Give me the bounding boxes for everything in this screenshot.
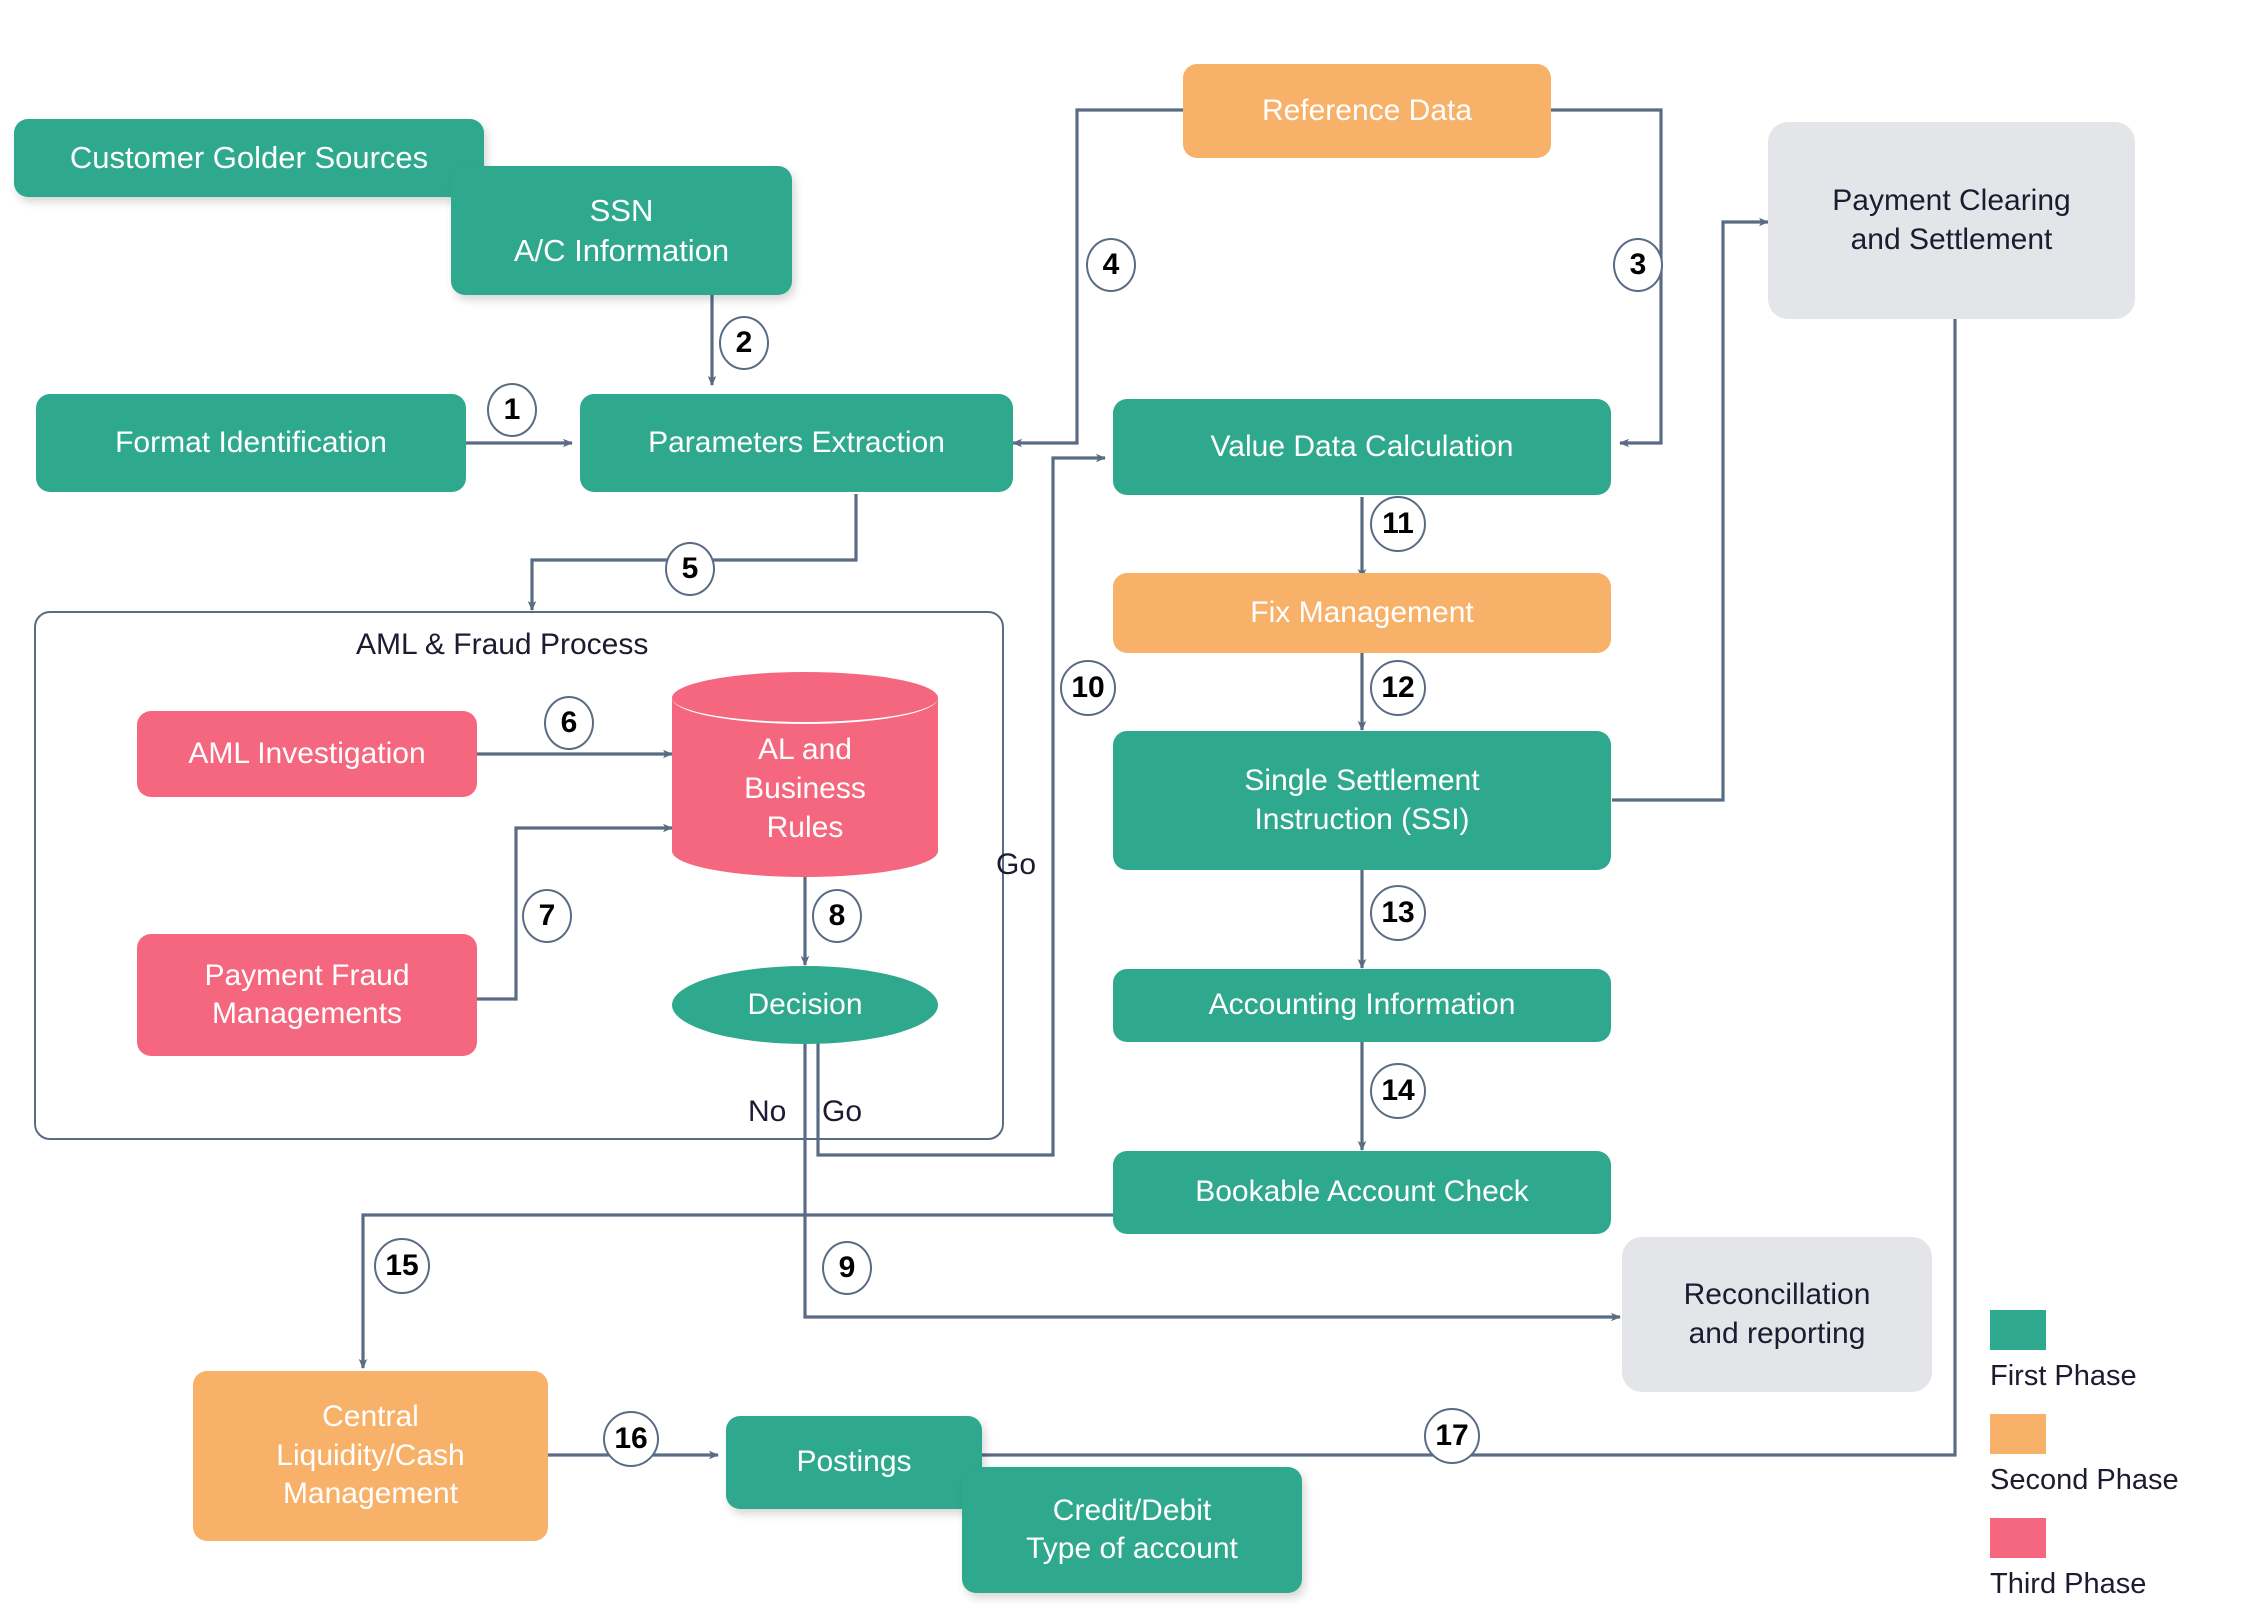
node-postings[interactable]: Postings — [726, 1416, 982, 1509]
node-label: Parameters Extraction — [648, 425, 945, 459]
step-badge-13: 13 — [1370, 885, 1426, 941]
node-reference-data[interactable]: Reference Data — [1183, 64, 1551, 158]
group-title-aml-fraud-process: AML & Fraud Process — [356, 628, 649, 661]
node-parameters-extraction[interactable]: Parameters Extraction — [580, 394, 1013, 492]
node-value-data-calculation[interactable]: Value Data Calculation — [1113, 399, 1611, 495]
legend-label-first-phase: First Phase — [1990, 1360, 2137, 1392]
legend-swatch-first-phase — [1990, 1310, 2046, 1350]
node-label: Bookable Account Check — [1195, 1175, 1529, 1209]
node-payment-fraud-managements[interactable]: Payment Fraud Managements — [137, 934, 477, 1056]
node-label-line2: Type of account — [1026, 1532, 1238, 1565]
edge-15 — [358, 1213, 1113, 1369]
step-badge-7: 7 — [522, 889, 572, 943]
step-badge-1: 1 — [487, 383, 537, 437]
node-credit-debit-type-of-account[interactable]: Credit/Debit Type of account — [962, 1467, 1302, 1593]
step-badge-15: 15 — [374, 1238, 430, 1294]
step-badge-9: 9 — [822, 1241, 872, 1295]
node-label: Decision — [747, 988, 863, 1021]
node-label-line2: Managements — [211, 997, 403, 1030]
step-badge-17: 17 — [1424, 1408, 1480, 1464]
edge-ssi-to-clearing — [1612, 217, 1769, 802]
node-label: Value Data Calculation — [1210, 429, 1514, 463]
step-badge-3: 3 — [1613, 238, 1663, 292]
node-single-settlement-instruction[interactable]: Single Settlement Instruction (SSI) — [1113, 731, 1611, 870]
node-label: Reference Data — [1261, 93, 1473, 127]
node-label-line1: SSN — [589, 192, 654, 228]
node-label-line1: Credit/Debit — [1052, 1493, 1212, 1527]
node-label: Postings — [796, 1445, 912, 1479]
node-label-line1: Payment Clearing — [1832, 184, 2071, 218]
edge-label-go-right: Go — [996, 848, 1037, 881]
node-customer-golder-sources[interactable]: Customer Golder Sources — [14, 119, 484, 197]
legend-swatch-third-phase — [1990, 1518, 2046, 1558]
node-label-line2: Business — [744, 771, 866, 805]
node-accounting-information[interactable]: Accounting Information — [1113, 969, 1611, 1042]
node-decision[interactable]: Decision — [672, 966, 938, 1044]
node-label-line2: A/C Information — [513, 232, 730, 268]
node-format-identification[interactable]: Format Identification — [36, 394, 466, 492]
node-aml-investigation[interactable]: AML Investigation — [137, 711, 477, 797]
node-label-line1: Reconcillation — [1683, 1278, 1871, 1312]
step-badge-11: 11 — [1370, 496, 1426, 552]
step-badge-4: 4 — [1086, 238, 1136, 292]
node-ssn-ac-information[interactable]: SSN A/C Information — [451, 166, 792, 295]
legend-swatch-second-phase — [1990, 1414, 2046, 1454]
node-label-line1: AL and — [758, 732, 852, 766]
node-fix-management[interactable]: Fix Management — [1113, 573, 1611, 653]
node-label-line2: and Settlement — [1850, 222, 2053, 256]
node-label-line1: Payment Fraud — [204, 958, 410, 992]
legend-label-third-phase: Third Phase — [1990, 1568, 2147, 1600]
step-badge-2: 2 — [719, 316, 769, 370]
node-central-liquidity-cash-management[interactable]: Central Liquidity/Cash Management — [193, 1371, 548, 1541]
node-label-line2: and reporting — [1688, 1316, 1866, 1350]
node-label: Fix Management — [1250, 595, 1474, 629]
legend: First Phase Second Phase Third Phase — [1990, 1310, 2240, 1600]
node-label: Customer Golder Sources — [69, 140, 429, 176]
step-badge-8: 8 — [812, 889, 862, 943]
node-label: AML Investigation — [188, 736, 426, 770]
node-label: Accounting Information — [1208, 988, 1516, 1022]
step-badge-10: 10 — [1060, 660, 1116, 716]
node-label-group: AL and Business Rules — [672, 708, 938, 868]
node-payment-clearing-and-settlement[interactable]: Payment Clearing and Settlement — [1768, 122, 2135, 319]
flowchart-canvas: Customer Golder Sources SSN A/C Informat… — [0, 0, 2250, 1617]
node-label-line2: Instruction (SSI) — [1254, 802, 1470, 836]
node-label-line3: Rules — [766, 810, 844, 844]
node-label-line3: Management — [282, 1477, 459, 1511]
node-label-line1: Central — [322, 1400, 419, 1434]
edge-label-no: No — [748, 1095, 787, 1128]
node-label-line2: Liquidity/Cash — [276, 1438, 465, 1472]
node-label-line1: Single Settlement — [1244, 764, 1480, 798]
legend-label-second-phase: Second Phase — [1990, 1464, 2179, 1496]
step-badge-6: 6 — [544, 696, 594, 750]
step-badge-5: 5 — [665, 542, 715, 596]
edge-label-go-down: Go — [822, 1095, 863, 1128]
node-reconciliation-and-reporting[interactable]: Reconcillation and reporting — [1622, 1237, 1932, 1392]
node-label: Format Identification — [115, 425, 387, 459]
node-bookable-account-check[interactable]: Bookable Account Check — [1113, 1151, 1611, 1234]
step-badge-12: 12 — [1370, 660, 1426, 716]
node-al-and-business-rules[interactable]: AL and Business Rules — [672, 672, 938, 877]
step-badge-14: 14 — [1370, 1063, 1426, 1119]
step-badge-16: 16 — [603, 1411, 659, 1467]
